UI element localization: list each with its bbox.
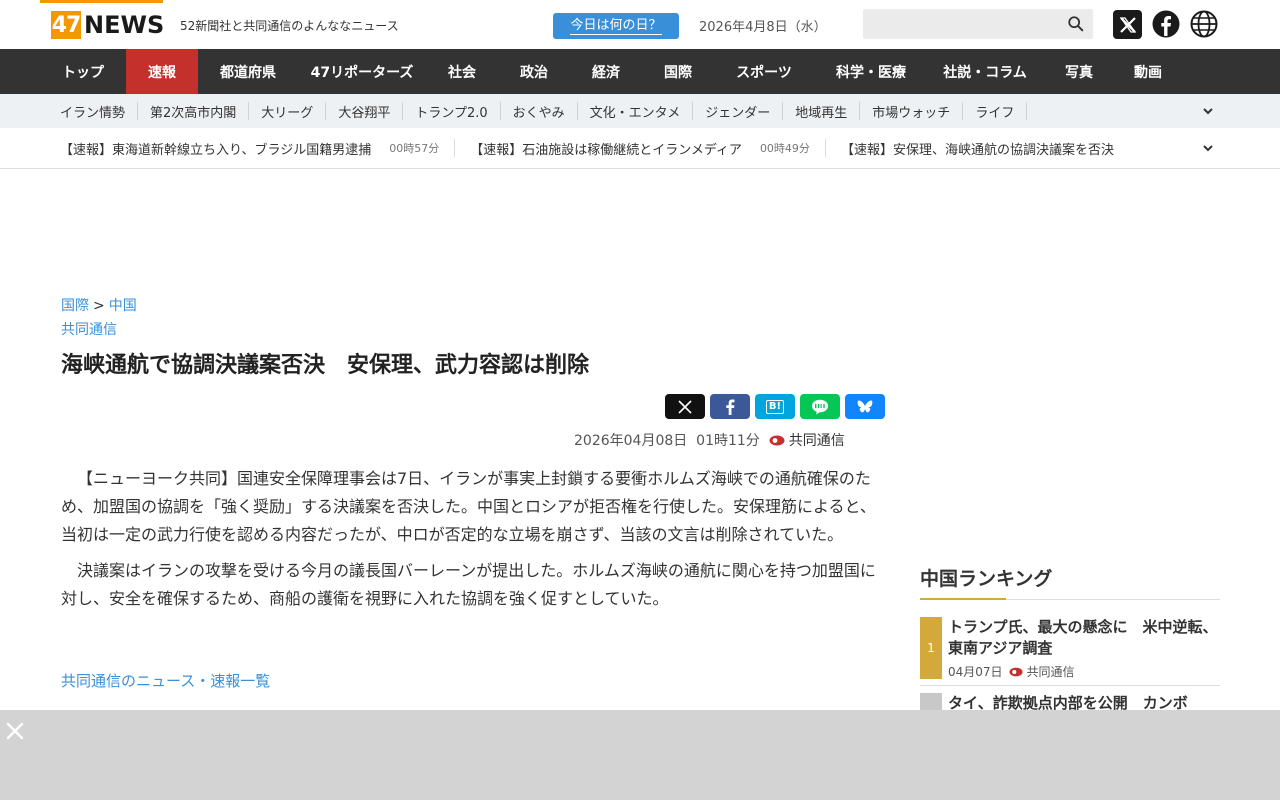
ticker-title: 【速報】東海道新幹線立ち入り、ブラジル国籍男逮捕 bbox=[60, 142, 372, 158]
article-body: 【ニューヨーク共同】国連安全保障理事会は7日、イランが事実上封鎖する要衝ホルムズ… bbox=[61, 465, 891, 621]
ranking-item-title: トランプ氏、最大の懸念に 米中逆転、東南アジア調査 bbox=[948, 618, 1218, 657]
nav-item[interactable]: 社会 bbox=[426, 49, 498, 94]
share-line-button[interactable] bbox=[800, 394, 840, 419]
nav-item[interactable]: 経済 bbox=[570, 49, 642, 94]
today-in-history-button[interactable]: 今日は何の日？ bbox=[553, 13, 679, 39]
breadcrumb-separator: > bbox=[93, 298, 105, 314]
line-icon bbox=[812, 399, 828, 414]
nav-item[interactable]: トップ bbox=[40, 49, 126, 94]
globe-icon[interactable] bbox=[1190, 10, 1218, 38]
share-x-button[interactable] bbox=[665, 394, 705, 419]
logo-accent-bar bbox=[40, 0, 163, 3]
site-logo[interactable]: 47 NEWS bbox=[51, 10, 164, 40]
nav-item[interactable]: 動画 bbox=[1116, 49, 1180, 94]
nav-item[interactable]: スポーツ bbox=[714, 49, 814, 94]
nav-item[interactable]: 社説・コラム bbox=[928, 49, 1042, 94]
kyodo-logo-icon bbox=[769, 435, 785, 445]
bluesky-icon bbox=[857, 400, 873, 412]
ranking-item-source: 共同通信 bbox=[1026, 665, 1075, 679]
kyodo-logo-icon bbox=[1008, 667, 1023, 676]
nav-item[interactable]: 都道府県 bbox=[198, 49, 298, 94]
breadcrumb-link-international[interactable]: 国際 bbox=[61, 298, 89, 314]
bottom-ad-overlay bbox=[0, 710, 1280, 800]
chevron-down-icon[interactable] bbox=[1202, 105, 1214, 117]
article-source-link[interactable]: 共同通信 bbox=[61, 319, 117, 339]
ticker-item[interactable]: 【速報】石油施設は稼働継続とイランメディア 00時49分 bbox=[470, 139, 826, 158]
share-hatena-button[interactable]: B! bbox=[755, 394, 795, 419]
main-navigation: トップ 速報 都道府県 47リポーターズ 社会 政治 経済 国際 スポーツ 科学・医療 社説・コラム… bbox=[0, 49, 1280, 94]
logo-text: NEWS bbox=[84, 11, 165, 39]
publication-source: 共同通信 bbox=[788, 433, 845, 449]
ranking-title: 中国ランキング bbox=[920, 568, 1053, 590]
close-icon[interactable] bbox=[6, 722, 24, 740]
nav-item[interactable]: 写真 bbox=[1042, 49, 1116, 94]
ranking-title-underline bbox=[920, 598, 1220, 600]
hatena-icon: B! bbox=[765, 399, 785, 414]
ticker-item[interactable]: 【速報】東海道新幹線立ち入り、ブラジル国籍男逮捕 00時57分 bbox=[60, 139, 456, 158]
chevron-down-icon[interactable] bbox=[1202, 142, 1214, 154]
topic-nav-item[interactable]: おくやみ bbox=[501, 102, 578, 121]
site-header: 47 NEWS 52新聞社と共同通信のよんななニュース 今日は何の日？ 2026… bbox=[0, 0, 1280, 49]
nav-item[interactable]: 科学・医療 bbox=[814, 49, 928, 94]
ranking-divider bbox=[920, 685, 1220, 686]
topic-nav-item[interactable]: 第2次高市内閣 bbox=[138, 102, 250, 121]
article-paragraph: 【ニューヨーク共同】国連安全保障理事会は7日、イランが事実上封鎖する要衝ホルムズ… bbox=[61, 469, 876, 544]
topic-nav-item[interactable]: 大リーグ bbox=[249, 102, 327, 121]
nav-item[interactable]: 47リポーターズ bbox=[298, 49, 426, 94]
topic-nav-item[interactable]: ライフ bbox=[963, 102, 1028, 121]
topic-nav-item[interactable]: 大谷翔平 bbox=[326, 102, 404, 121]
logo-number: 47 bbox=[51, 11, 81, 39]
article-paragraph: 決議案はイランの攻撃を受ける今月の議長国バーレーンが提出した。ホルムズ海峡の通航… bbox=[61, 561, 876, 608]
nav-item[interactable]: 速報 bbox=[126, 49, 198, 94]
publication-datetime: 2026年04月08日 01時11分 bbox=[574, 433, 760, 449]
share-buttons: B! bbox=[665, 394, 885, 419]
breadcrumb: 国際 > 中国 bbox=[61, 295, 137, 315]
kyodo-news-list-link[interactable]: 共同通信のニュース・速報一覧 bbox=[61, 670, 270, 691]
share-bluesky-button[interactable] bbox=[845, 394, 885, 419]
ticker-title: 【速報】石油施設は稼働継続とイランメディア bbox=[470, 142, 742, 158]
ranking-number: 1 bbox=[920, 617, 942, 679]
facebook-icon bbox=[726, 399, 735, 415]
topic-nav-item[interactable]: トランプ2.0 bbox=[403, 102, 501, 121]
search-icon[interactable] bbox=[1067, 15, 1085, 33]
breadcrumb-link-china[interactable]: 中国 bbox=[109, 298, 137, 314]
nav-item[interactable]: 政治 bbox=[498, 49, 570, 94]
ticker-time: 00時49分 bbox=[759, 142, 810, 155]
search-input[interactable] bbox=[863, 9, 1093, 39]
topic-nav-item[interactable]: 地域再生 bbox=[783, 102, 861, 121]
ranking-item-date: 04月07日 bbox=[948, 665, 1003, 679]
facebook-icon[interactable] bbox=[1152, 10, 1180, 38]
x-icon bbox=[678, 399, 692, 414]
current-date: 2026年4月8日（水） bbox=[699, 20, 827, 35]
publication-info: 2026年04月08日 01時11分 共同通信 bbox=[574, 430, 845, 450]
site-tagline: 52新聞社と共同通信のよんななニュース bbox=[180, 19, 399, 33]
nav-item[interactable]: 国際 bbox=[642, 49, 714, 94]
ticker-time: 00時57分 bbox=[389, 142, 440, 155]
ranking-item[interactable]: 1 トランプ氏、最大の懸念に 米中逆転、東南アジア調査 04月07日 共同通信 bbox=[920, 617, 1220, 679]
article-headline: 海峡通航で協調決議案否決 安保理、武力容認は削除 bbox=[61, 353, 590, 378]
breaking-news-ticker: 【速報】東海道新幹線立ち入り、ブラジル国籍男逮捕 00時57分 【速報】石油施設は稼… bbox=[0, 128, 1280, 169]
share-facebook-button[interactable] bbox=[710, 394, 750, 419]
topic-nav-item[interactable]: ジェンダー bbox=[693, 102, 784, 121]
x-icon[interactable] bbox=[1113, 10, 1142, 39]
ranking-item-meta: 04月07日 共同通信 bbox=[948, 663, 1075, 680]
topic-nav-item[interactable]: 文化・エンタメ bbox=[578, 102, 694, 121]
topic-nav-item[interactable]: 市場ウォッチ bbox=[860, 102, 964, 121]
ticker-item[interactable]: 【速報】安保理、海峡通航の協調決議案を否決 bbox=[840, 139, 1129, 158]
ticker-title: 【速報】安保理、海峡通航の協調決議案を否決 bbox=[840, 142, 1114, 158]
topic-nav-item[interactable]: イラン情勢 bbox=[48, 102, 139, 121]
topic-navigation: イラン情勢 第2次高市内閣 大リーグ 大谷翔平 トランプ2.0 おくやみ 文化・エンタメ ジェ… bbox=[0, 94, 1280, 128]
